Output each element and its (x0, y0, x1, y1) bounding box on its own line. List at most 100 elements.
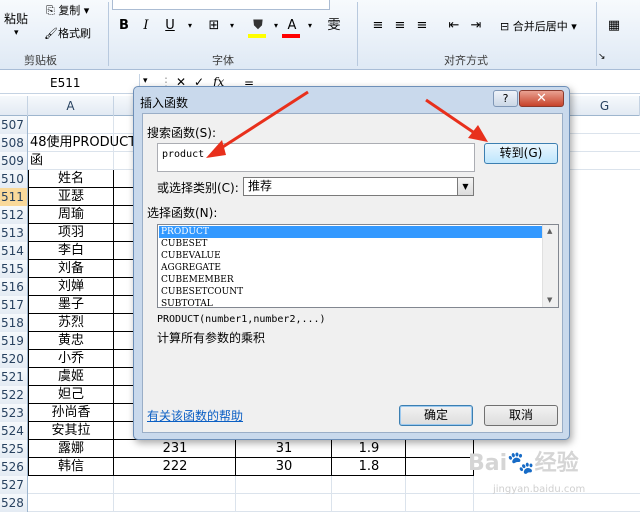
scroll-down-icon[interactable]: ▼ (547, 296, 552, 304)
close-button[interactable]: ✕ (519, 90, 564, 107)
list-item[interactable]: CUBESETCOUNT (159, 286, 543, 298)
cell-e[interactable] (406, 494, 474, 512)
cell-value (332, 494, 406, 512)
goto-button[interactable]: 转到(G) (484, 143, 558, 164)
cell-value: 露娜 (57, 441, 84, 456)
row-number[interactable]: 527 (0, 476, 28, 494)
decrease-indent-icon[interactable]: ⇤ (444, 16, 464, 36)
chevron-down-icon[interactable]: ▾ (143, 76, 148, 86)
increase-indent-icon[interactable]: ⇥ (466, 16, 486, 36)
list-item[interactable]: AGGREGATE (159, 262, 543, 274)
format-painter-button[interactable]: 🖌格式刷 (44, 25, 91, 41)
align-left-icon[interactable]: ≡ (368, 16, 388, 36)
align-center-icon[interactable]: ≡ (390, 16, 410, 36)
merge-center-button[interactable]: ⊟ 合并后居中 ▾ (500, 18, 577, 34)
row-number[interactable]: 510 (0, 170, 28, 188)
row-number[interactable]: 507 (0, 116, 28, 134)
bold-button[interactable]: B (114, 16, 134, 36)
row-number[interactable]: 522 (0, 386, 28, 404)
row-number[interactable]: 520 (0, 350, 28, 368)
cell-value: 虞姬 (57, 369, 84, 384)
row-number[interactable]: 518 (0, 314, 28, 332)
row-number[interactable]: 526 (0, 458, 28, 476)
row-number[interactable]: 519 (0, 332, 28, 350)
row-number[interactable]: 515 (0, 260, 28, 278)
list-item[interactable]: CUBESET (159, 238, 543, 250)
help-button[interactable]: ? (493, 90, 518, 107)
chevron-down-icon[interactable]: ▾ (14, 28, 19, 38)
font-color-icon[interactable]: A (282, 16, 302, 36)
cell-value (28, 476, 114, 494)
search-input[interactable]: product (157, 143, 475, 172)
name-box-value: E511 (50, 76, 81, 90)
row-number[interactable]: 508 (0, 134, 28, 152)
row-number[interactable]: 516 (0, 278, 28, 296)
list-item[interactable]: PRODUCT (159, 226, 542, 238)
table-border (28, 368, 29, 386)
row-number[interactable]: 525 (0, 440, 28, 458)
table-border (28, 206, 29, 224)
chevron-down-icon[interactable]: ▾ (180, 16, 200, 36)
function-syntax: PRODUCT(number1,number2,...) (157, 314, 326, 325)
table-border (28, 296, 29, 314)
phonetic-button[interactable]: 雯 (324, 16, 344, 36)
table-row: 526 韩信 222 30 1.8 (0, 458, 474, 476)
dialog-launcher-icon[interactable]: ↘ (598, 52, 606, 62)
align-right-icon[interactable]: ≡ (412, 16, 432, 36)
row-number[interactable]: 514 (0, 242, 28, 260)
dialog-title: 插入函数 (140, 96, 189, 110)
table-border (28, 440, 29, 458)
scrollbar[interactable]: ▲ ▼ (542, 225, 558, 307)
row-number[interactable]: 512 (0, 206, 28, 224)
font-color-swatch (282, 34, 300, 38)
cell-value: 刘备 (57, 261, 84, 276)
row-number[interactable]: 523 (0, 404, 28, 422)
cell-value (28, 152, 114, 170)
fill-color-icon[interactable]: ⛊ (248, 16, 268, 36)
font-name-box[interactable] (112, 0, 330, 10)
row-number[interactable]: 521 (0, 368, 28, 386)
border-icon[interactable]: ⊞ (204, 16, 224, 36)
scroll-up-icon[interactable]: ▲ (547, 227, 552, 235)
cell-e[interactable] (406, 458, 474, 476)
row-number[interactable]: 517 (0, 296, 28, 314)
number-format-icon[interactable]: ▦ (604, 16, 624, 36)
column-header-g[interactable]: G (570, 96, 640, 116)
divider (108, 2, 109, 66)
merge-center-label: 合并后居中 (512, 20, 568, 33)
select-all-corner[interactable] (0, 96, 28, 116)
italic-button[interactable]: I (136, 16, 156, 36)
paste-button[interactable]: 粘贴 (4, 10, 28, 27)
cell-e[interactable] (406, 476, 474, 494)
row-number[interactable]: 528 (0, 494, 28, 512)
function-help-link[interactable]: 有关该函数的帮助 (147, 407, 243, 424)
row-number[interactable]: 524 (0, 422, 28, 440)
copy-button[interactable]: ⎘ 复制 ▾ (46, 2, 89, 18)
cell-value: 苏烈 (57, 315, 84, 330)
chevron-down-icon[interactable]: ▾ (300, 16, 320, 36)
cell-value: 30 (275, 459, 293, 474)
column-header-a[interactable]: A (28, 96, 114, 116)
category-select[interactable]: 推荐 ▼ (243, 177, 474, 196)
cancel-button[interactable]: 取消 (484, 405, 558, 426)
ok-button[interactable]: 确定 (399, 405, 473, 426)
insert-function-dialog: 插入函数 ? ✕ 搜索函数(S): product 转到(G) 或选择类别(C)… (133, 86, 570, 440)
function-list[interactable]: PRODUCT CUBESET CUBEVALUE AGGREGATE CUBEMEMB… (157, 224, 559, 308)
chevron-down-icon[interactable]: ▼ (457, 178, 473, 195)
table-border (28, 350, 29, 368)
name-box[interactable]: E511 (0, 74, 140, 93)
list-item[interactable]: CUBEVALUE (159, 250, 543, 262)
chevron-down-icon[interactable]: ▾ (222, 16, 242, 36)
list-item[interactable]: CUBEMEMBER (159, 274, 543, 286)
row-number[interactable]: 513 (0, 224, 28, 242)
row-number[interactable]: 511 (0, 188, 28, 206)
merge-icon: ⊟ (500, 20, 510, 33)
search-label: 搜索函数(S): (147, 126, 217, 140)
cell-e[interactable] (406, 440, 474, 458)
table-border (28, 278, 29, 296)
function-description: 计算所有参数的乘积 (157, 331, 266, 345)
cell-value: 安其拉 (51, 423, 91, 438)
underline-button[interactable]: U (160, 16, 180, 36)
list-item[interactable]: SUBTOTAL (159, 298, 543, 307)
row-number[interactable]: 509 (0, 152, 28, 170)
